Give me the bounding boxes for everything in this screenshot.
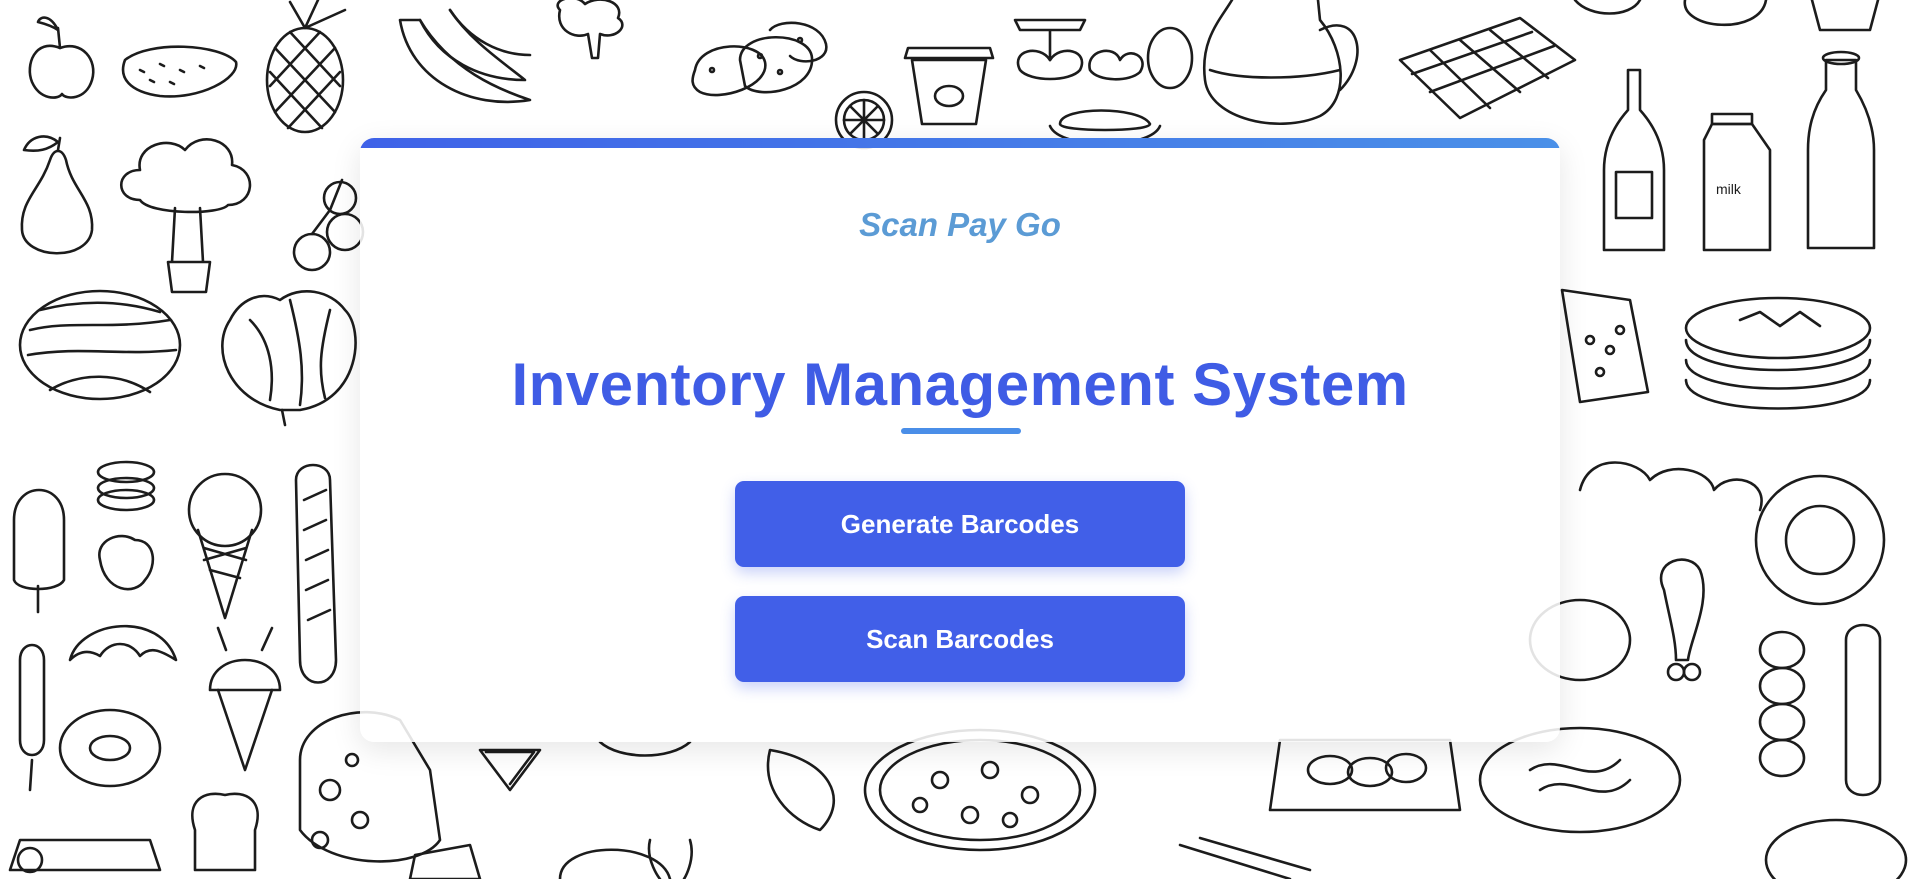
ice-cream-doodle <box>187 472 263 620</box>
baguette-doodle <box>294 463 338 684</box>
cucumber-doodle <box>121 45 238 98</box>
cheese-slice-doodle <box>408 843 482 879</box>
jug-doodle <box>1202 0 1359 126</box>
salami-doodle <box>1844 623 1882 797</box>
sundae-doodle <box>208 626 282 772</box>
bacon-plate-doodle <box>1478 726 1682 834</box>
card-accent-bar <box>360 138 1560 148</box>
sushi-board-doodle <box>1268 738 1462 812</box>
donut-doodle <box>58 708 162 788</box>
sausage-ring-doodle <box>1754 474 1886 606</box>
apple-doodle <box>28 16 95 99</box>
sushi-roll-doodle <box>8 838 162 874</box>
croissant-doodle <box>68 624 178 662</box>
taco-doodle <box>766 748 836 832</box>
egg-doodle <box>1146 26 1194 90</box>
coffee-cup-doodle <box>903 46 995 126</box>
meat-plate-doodle <box>1764 818 1908 879</box>
banana-doodle <box>398 8 532 104</box>
toast-doodle <box>191 792 259 872</box>
page-title: Inventory Management System <box>511 351 1409 418</box>
generate-barcodes-button[interactable]: Generate Barcodes <box>735 481 1185 567</box>
main-card: Scan Pay Go Inventory Management System … <box>360 138 1560 742</box>
pizza-doodle <box>863 728 1097 852</box>
title-underline <box>901 428 1021 434</box>
cookie-doodle <box>98 534 155 591</box>
cracker-bag-doodle <box>1560 288 1650 404</box>
tomato-doodle <box>292 178 365 272</box>
brand-name: Scan Pay Go <box>859 206 1061 243</box>
milk-carton-label: milk <box>1716 181 1742 197</box>
pineapple-doodle <box>265 0 347 134</box>
potato-doodle <box>691 21 828 97</box>
sausage-chain-doodle <box>1758 630 1806 778</box>
macaron-doodle <box>96 460 156 512</box>
scan-barcodes-button[interactable]: Scan Barcodes <box>735 596 1185 682</box>
chopsticks-doodle <box>1178 836 1312 879</box>
popsicle-doodle <box>12 488 66 614</box>
corn-dog-doodle <box>18 643 46 792</box>
wine-bottle-doodle <box>1602 68 1666 252</box>
burger-bun-doodle <box>558 848 672 879</box>
pear-doodle <box>20 135 94 255</box>
bowl-doodle <box>1573 0 1880 32</box>
dumpling-doodle <box>598 740 692 757</box>
oil-bottle-doodle <box>1806 50 1876 250</box>
pancakes-doodle <box>1684 296 1872 410</box>
drumstick-doodle <box>1660 558 1705 682</box>
chocolate-doodle <box>1398 16 1577 120</box>
candy-doodle <box>1013 18 1144 81</box>
pie-doodle <box>478 748 542 792</box>
pretzel-doodle <box>1578 461 1763 512</box>
cauliflower-doodle <box>120 138 252 294</box>
broccoli-doodle <box>556 0 624 60</box>
artichoke-doodle <box>221 290 357 427</box>
watermelon-doodle <box>18 289 182 401</box>
